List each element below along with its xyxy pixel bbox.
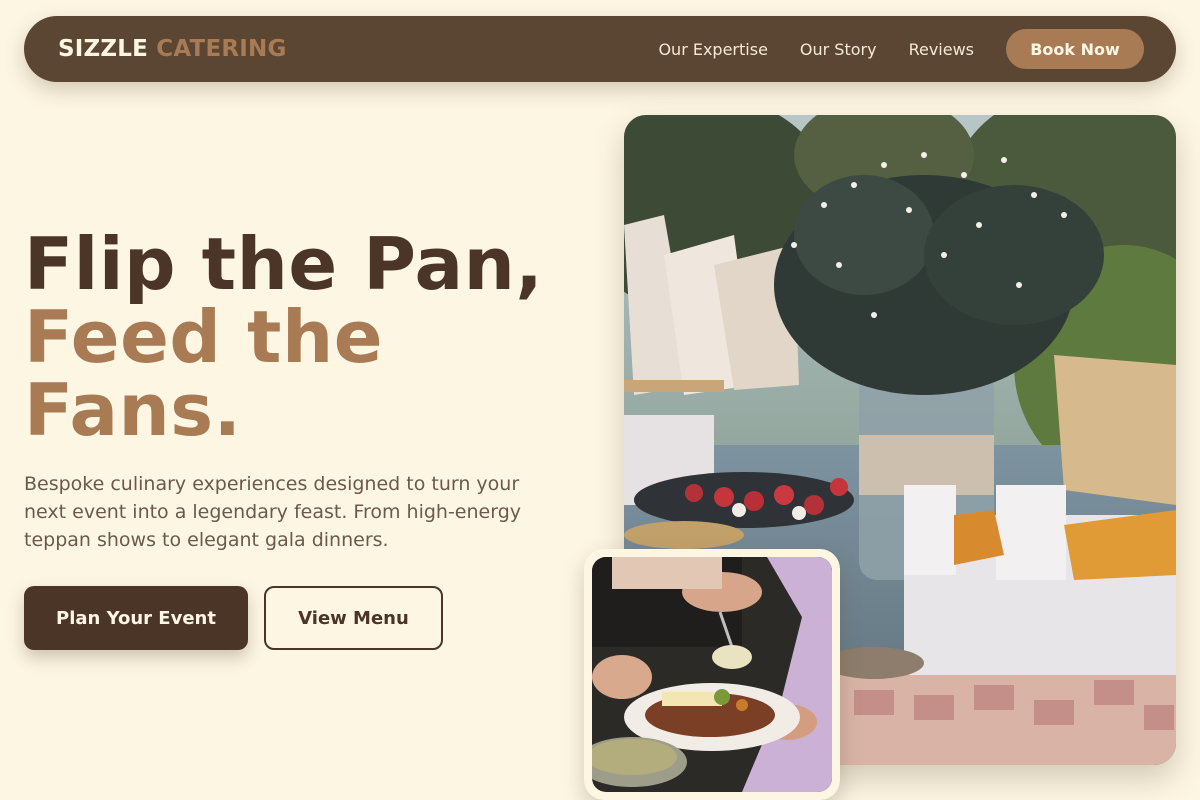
top-nav: SIZZLE CATERING Our Expertise Our Story … [24, 16, 1176, 82]
brand-name: SIZZLE [58, 36, 149, 62]
brand-name-accent: CATERING [156, 36, 287, 62]
nav-link-story[interactable]: Our Story [800, 40, 877, 59]
nav-link-expertise[interactable]: Our Expertise [658, 40, 767, 59]
brand-logo[interactable]: SIZZLE CATERING [58, 36, 287, 62]
hero-title-line1: Flip the Pan, [24, 222, 544, 306]
nav-link-reviews[interactable]: Reviews [909, 40, 974, 59]
nav-links: Our Expertise Our Story Reviews Book Now [658, 29, 1144, 69]
book-now-button[interactable]: Book Now [1006, 29, 1144, 69]
hero-description: Bespoke culinary experiences designed to… [24, 473, 522, 551]
hero-photo-plating [584, 549, 840, 800]
hero-title: Flip the Pan, Feed the Fans. [24, 228, 584, 447]
page: SIZZLE CATERING Our Expertise Our Story … [0, 0, 1200, 800]
hero-title-line2: Feed the Fans. [24, 295, 384, 452]
plan-event-button[interactable]: Plan Your Event [24, 586, 248, 650]
view-menu-button[interactable]: View Menu [264, 586, 443, 650]
